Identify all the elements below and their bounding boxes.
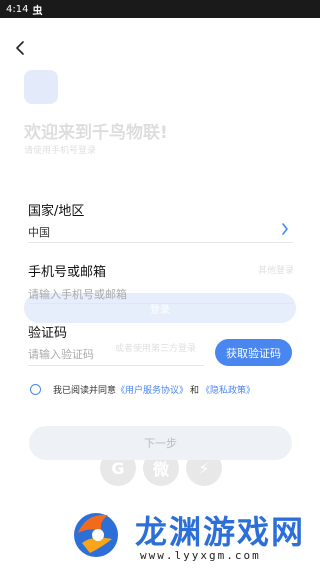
agree-and: 和 [190, 386, 200, 396]
third-party-login-text: 或者使用第三方登录 [115, 344, 197, 354]
app-logo-icon [24, 70, 58, 104]
watermark-logo-icon [74, 513, 118, 557]
phone-label: 手机号或邮箱 [28, 265, 107, 280]
chevron-left-icon [16, 41, 24, 55]
watermark-url: www.lyyxgm.com [140, 549, 261, 562]
user-agreement-link[interactable]: 《用户服务协议》 [116, 383, 188, 396]
phone-divider [28, 303, 293, 304]
other-login-link: 其他登录 [258, 266, 295, 276]
status-bar: 4:14 虫 [0, 0, 320, 18]
status-time: 4:14 [6, 3, 29, 15]
welcome-subtitle: 请使用手机号登录 [24, 146, 97, 156]
next-button[interactable]: 下一步 [29, 426, 292, 460]
phone-input[interactable]: 请输入手机号或邮箱 [28, 286, 127, 302]
region-select[interactable]: 中国 [28, 224, 50, 240]
agree-prefix: 我已阅读并同意 [53, 386, 117, 396]
region-divider [28, 242, 293, 243]
watermark-brand: 龙渊游戏网 [135, 513, 306, 551]
welcome-title: 欢迎来到千鸟物联! [24, 123, 168, 143]
code-divider [28, 365, 204, 366]
agree-radio[interactable] [30, 384, 41, 395]
agreement-row: 我已阅读并同意 《用户服务协议》 和 《隐私政策》 [30, 383, 255, 396]
back-button[interactable] [10, 38, 30, 58]
region-label: 国家/地区 [28, 204, 85, 219]
code-input[interactable]: 请输入验证码 [28, 346, 94, 362]
chevron-right-icon[interactable] [278, 222, 292, 236]
debug-bug-icon: 虫 [32, 5, 43, 17]
privacy-policy-link[interactable]: 《隐私政策》 [201, 383, 255, 396]
code-label: 验证码 [28, 326, 68, 341]
get-code-button[interactable]: 获取验证码 [215, 339, 292, 366]
